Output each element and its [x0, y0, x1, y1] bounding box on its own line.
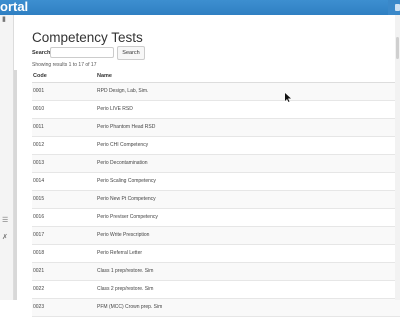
table-header: Code Name	[32, 71, 400, 83]
cell-name[interactable]: Perio CHI Competency	[97, 142, 148, 148]
cell-code: 0001	[33, 88, 45, 94]
cell-code: 0011	[33, 124, 44, 130]
cell-code: 0014	[33, 178, 45, 184]
cell-name[interactable]: PFM (MCC) Crown prep. Sim	[97, 304, 162, 310]
table-row[interactable]: 0016 Perio Previser Competency	[32, 209, 400, 227]
cell-name[interactable]: RPD Design, Lab, Sim.	[97, 88, 148, 94]
cell-code: 0023	[33, 304, 45, 310]
sidebar-scrollbar[interactable]	[14, 70, 17, 300]
competency-table: Code Name 0001 RPD Design, Lab, Sim. 0010 P…	[32, 71, 400, 317]
table-row[interactable]: 0023 PFM (MCC) Crown prep. Sim	[32, 299, 400, 317]
cell-code: 0022	[33, 286, 45, 292]
cell-code: 0012	[33, 142, 45, 148]
table-row[interactable]: 0012 Perio CHI Competency	[32, 137, 400, 155]
cell-code: 0018	[33, 250, 45, 256]
results-count: Showing results 1 to 17 of 17	[32, 62, 97, 68]
sidebar: ▮ ☰ ✗	[0, 15, 14, 300]
bar-chart-icon[interactable]: ▮	[2, 16, 6, 23]
table-row[interactable]: 0022 Class 2 prep/restore. Sim	[32, 281, 400, 299]
cell-name[interactable]: Perio Referral Letter	[97, 250, 142, 256]
main-content: Competency Tests Search Search Showing r…	[18, 15, 400, 317]
cell-name[interactable]: Perio Write Prescription	[97, 232, 149, 238]
table-row[interactable]: 0021 Class 1 prep/restore. Sim	[32, 263, 400, 281]
column-header-code[interactable]: Code	[33, 73, 47, 79]
cell-name[interactable]: Perio Phantom Head RSD	[97, 124, 155, 130]
search-input[interactable]	[50, 47, 114, 58]
cell-name[interactable]: Class 1 prep/restore. Sim	[97, 268, 153, 274]
page-scrollbar[interactable]	[395, 15, 400, 300]
table-row[interactable]: 0018 Perio Referral Letter	[32, 245, 400, 263]
page-scrollbar-thumb[interactable]	[396, 37, 399, 59]
cell-code: 0015	[33, 196, 45, 202]
cell-code: 0013	[33, 160, 45, 166]
page-title: Competency Tests	[32, 30, 143, 45]
search-label: Search	[32, 50, 51, 56]
table-row[interactable]: 0010 Perio LIVE RSD	[32, 101, 400, 119]
brand-logo-text[interactable]: ortal	[0, 0, 28, 15]
wrench-icon[interactable]: ✗	[2, 234, 8, 241]
cell-name[interactable]: Perio Decontamination	[97, 160, 148, 166]
cell-code: 0017	[33, 232, 45, 238]
list-icon[interactable]: ☰	[2, 217, 8, 224]
table-row[interactable]: 0011 Perio Phantom Head RSD	[32, 119, 400, 137]
table-row[interactable]: 0013 Perio Decontamination	[32, 155, 400, 173]
cell-name[interactable]: Perio Previser Competency	[97, 214, 158, 220]
user-menu-icon[interactable]	[395, 4, 400, 11]
cell-name[interactable]: Perio New Pt Competency	[97, 196, 156, 202]
table-body: 0001 RPD Design, Lab, Sim. 0010 Perio LIVE …	[32, 83, 400, 317]
top-navbar: ortal	[0, 0, 400, 15]
table-row[interactable]: 0001 RPD Design, Lab, Sim.	[32, 83, 400, 101]
cell-code: 0010	[33, 106, 45, 112]
cell-name[interactable]: Class 2 prep/restore. Sim	[97, 286, 153, 292]
search-button[interactable]: Search	[117, 46, 145, 60]
cell-code: 0021	[33, 268, 45, 274]
table-row[interactable]: 0015 Perio New Pt Competency	[32, 191, 400, 209]
navbar-right-area	[388, 0, 400, 15]
cell-name[interactable]: Perio Scaling Competency	[97, 178, 156, 184]
mouse-cursor-icon	[285, 93, 291, 102]
cell-code: 0016	[33, 214, 45, 220]
column-header-name[interactable]: Name	[97, 73, 112, 79]
table-row[interactable]: 0014 Perio Scaling Competency	[32, 173, 400, 191]
cell-name[interactable]: Perio LIVE RSD	[97, 106, 133, 112]
table-row[interactable]: 0017 Perio Write Prescription	[32, 227, 400, 245]
